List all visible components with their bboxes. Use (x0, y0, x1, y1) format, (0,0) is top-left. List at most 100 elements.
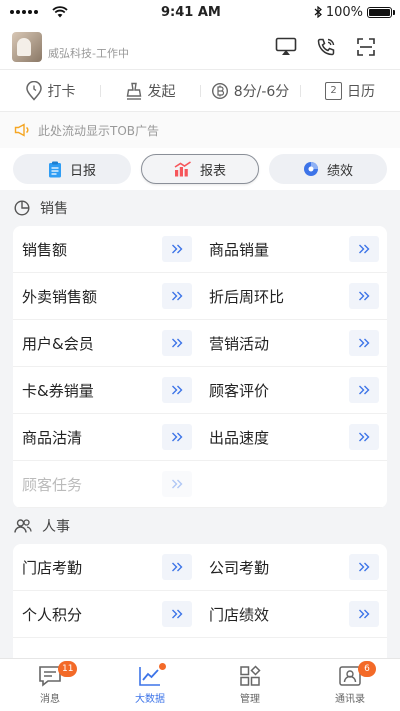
bar-chart-icon (174, 161, 191, 177)
sales-section-title: 销售 (40, 201, 68, 217)
sales-section-header: 销售 (0, 190, 400, 226)
hr-item-company-attendance[interactable]: 公司考勤 (200, 544, 387, 591)
double-chevron-right-icon[interactable] (349, 377, 379, 403)
company-status: 威弘科技-工作中 (48, 46, 129, 60)
list-item-label: 个人积分 (22, 605, 83, 624)
signal-icon (10, 10, 38, 14)
tab-daily-report-label: 日报 (69, 163, 96, 179)
list-item-label: 外卖销售额 (22, 287, 98, 306)
double-chevron-right-icon[interactable] (162, 424, 192, 450)
nav-management-label: 管理 (240, 694, 260, 705)
coin-icon (211, 82, 228, 99)
nav-big-data-label: 大数据 (135, 694, 165, 705)
clipboard-icon (48, 161, 61, 177)
double-chevron-right-icon[interactable] (162, 236, 192, 262)
scan-button[interactable] (346, 32, 386, 62)
status-bar: 9:41 AM 100% (0, 0, 400, 24)
double-chevron-right-icon[interactable] (162, 554, 192, 580)
screen-cast-button[interactable] (266, 32, 306, 62)
nav-messages[interactable]: 消息 11 (0, 659, 100, 711)
sales-item-discount-wow[interactable]: 折后周环比 (200, 273, 387, 320)
initiate-button[interactable]: 发起 (100, 81, 200, 101)
list-item-label: 门店绩效 (209, 605, 270, 624)
sales-item-sold-out[interactable]: 商品沽清 (13, 414, 200, 461)
list-item-label: 卡&券销量 (22, 381, 94, 400)
tab-performance-label: 绩效 (326, 163, 353, 179)
list-item-label: 销售额 (22, 240, 68, 259)
people-icon (14, 519, 32, 533)
list-item-label: 营销活动 (209, 334, 270, 353)
nav-contacts-label: 通讯录 (335, 694, 365, 705)
phone-icon (317, 38, 335, 55)
double-chevron-right-icon[interactable] (349, 330, 379, 356)
double-chevron-right-icon[interactable] (162, 330, 192, 356)
tab-daily-report[interactable]: 日报 (13, 154, 131, 184)
avatar[interactable] (12, 31, 42, 62)
double-chevron-right-icon[interactable] (349, 283, 379, 309)
tab-reports[interactable]: 报表 (141, 154, 259, 184)
big-data-dot (159, 663, 166, 670)
double-chevron-right-icon (162, 471, 192, 497)
sales-item-product-volume[interactable]: 商品销量 (200, 226, 387, 273)
list-item-label: 公司考勤 (209, 558, 270, 577)
sales-item-delivery-sales[interactable]: 外卖销售额 (13, 273, 200, 320)
wifi-icon (52, 6, 68, 18)
bottom-nav: 消息 11 大数据 管理 通讯录 6 (0, 658, 400, 711)
calendar-button[interactable]: 2 日历 (300, 81, 400, 101)
double-chevron-right-icon[interactable] (162, 601, 192, 627)
sales-item-sales-amount[interactable]: 销售额 (13, 226, 200, 273)
list-item-label: 商品销量 (209, 240, 270, 259)
double-chevron-right-icon[interactable] (349, 424, 379, 450)
screen-cast-icon (275, 37, 297, 55)
header: 威弘科技-工作中 (0, 24, 400, 70)
hr-item-personal-points[interactable]: 个人积分 (13, 591, 200, 638)
hr-item-store-attendance[interactable]: 门店考勤 (13, 544, 200, 591)
sales-item-reviews[interactable]: 顾客评价 (200, 367, 387, 414)
double-chevron-right-icon[interactable] (349, 601, 379, 627)
points-label: 8分/-6分 (233, 83, 290, 100)
empty-cell (200, 461, 387, 508)
bluetooth-icon (314, 6, 322, 18)
list-item-label: 商品沽清 (22, 428, 83, 447)
quick-actions-bar: 打卡 发起 8分/-6分 2 日历 (0, 70, 400, 112)
status-time: 9:41 AM (160, 4, 221, 20)
list-item-label: 顾客任务 (22, 475, 83, 494)
clock-in-button[interactable]: 打卡 (0, 80, 100, 101)
hr-section-title: 人事 (42, 519, 70, 535)
list-item-label: 顾客评价 (209, 381, 270, 400)
hr-item-store-performance[interactable]: 门店绩效 (200, 591, 387, 638)
sales-card: 销售额 商品销量 外卖销售额 折后周环比 用户&会员 营销活动 卡&券销量 顾客… (13, 226, 387, 508)
trend-chart-icon (139, 667, 160, 686)
list-item-label: 用户&会员 (22, 334, 94, 353)
sales-item-serving-speed[interactable]: 出品速度 (200, 414, 387, 461)
battery-icon (367, 6, 395, 18)
megaphone-icon (14, 123, 29, 137)
points-button[interactable]: 8分/-6分 (200, 81, 300, 101)
nav-big-data[interactable]: 大数据 (100, 659, 200, 711)
sales-item-users-members[interactable]: 用户&会员 (13, 320, 200, 367)
double-chevron-right-icon[interactable] (162, 283, 192, 309)
sales-item-customer-tasks: 顾客任务 (13, 461, 200, 508)
scan-icon (357, 37, 375, 56)
double-chevron-right-icon[interactable] (162, 377, 192, 403)
stamp-icon (126, 82, 141, 100)
contacts-badge: 6 (358, 661, 376, 677)
double-chevron-right-icon[interactable] (349, 236, 379, 262)
report-tabs: 日报 报表 绩效 (0, 148, 400, 190)
hr-section-header: 人事 (0, 508, 400, 544)
nav-contacts[interactable]: 通讯录 6 (300, 659, 400, 711)
tab-performance[interactable]: 绩效 (269, 154, 387, 184)
initiate-label: 发起 (147, 83, 176, 100)
call-button[interactable] (306, 32, 346, 62)
double-chevron-right-icon[interactable] (349, 554, 379, 580)
ad-banner[interactable]: 此处流动显示TOB广告 (0, 112, 400, 148)
tab-reports-label: 报表 (199, 163, 226, 179)
grid-icon (240, 665, 261, 686)
nav-messages-label: 消息 (40, 694, 60, 705)
sales-item-card-coupon[interactable]: 卡&券销量 (13, 367, 200, 414)
list-item-label: 门店考勤 (22, 558, 83, 577)
list-item-label: 出品速度 (209, 428, 270, 447)
sales-item-marketing[interactable]: 营销活动 (200, 320, 387, 367)
messages-badge: 11 (58, 661, 78, 677)
nav-management[interactable]: 管理 (200, 659, 300, 711)
